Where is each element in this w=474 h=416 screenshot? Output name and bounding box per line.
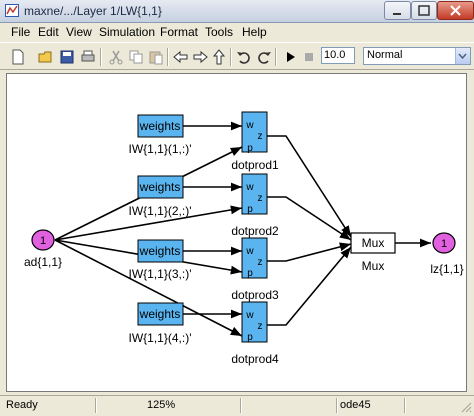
menu-tools[interactable]: Tools	[205, 25, 233, 39]
stop-time-input[interactable]: 10.0	[321, 47, 355, 64]
redo-icon[interactable]	[254, 47, 274, 67]
print-icon[interactable]	[78, 47, 98, 67]
status-bar: Ready 125% ode45	[0, 395, 474, 416]
dropdown-button[interactable]	[455, 48, 470, 64]
input-port-number: 1	[40, 235, 46, 247]
menu-simulation[interactable]: Simulation	[99, 25, 155, 39]
output-port-number: 1	[441, 238, 447, 250]
dotprod-label: dotprod4	[231, 352, 279, 366]
undo-icon[interactable]	[234, 47, 254, 67]
menu-bar: File Edit View Simulation Format Tools H…	[0, 23, 474, 41]
minimize-button[interactable]	[384, 1, 411, 20]
status-separator	[404, 398, 406, 413]
save-icon[interactable]	[57, 47, 77, 67]
dotprod-port-z: z	[258, 257, 263, 268]
maximize-icon	[418, 5, 430, 16]
close-button[interactable]	[437, 1, 474, 20]
dotprod-port-w: w	[245, 246, 254, 257]
start-simulation-icon[interactable]	[280, 47, 300, 67]
toolbar: 10.0 Normal	[0, 42, 474, 70]
weights-block-label: IW{1,1}(3,:)'	[129, 267, 192, 281]
dotprod-port-w: w	[245, 310, 254, 321]
output-port-label: lz{1,1}	[430, 262, 463, 276]
forward-icon[interactable]	[190, 47, 210, 67]
mux-block-text: Mux	[362, 236, 385, 250]
status-separator	[95, 398, 97, 413]
status-separator	[240, 398, 242, 413]
dotprod-block-shape	[241, 301, 268, 343]
dotprod-port-w: w	[245, 120, 254, 131]
toolbar-separator	[100, 48, 102, 66]
maximize-button[interactable]	[411, 1, 437, 20]
chevron-down-icon	[458, 53, 467, 60]
dotprod-port-p: p	[247, 204, 253, 215]
diagram-canvas[interactable]: 1 ad{1,1} weights IW{1,1}(1,:)' weights …	[6, 73, 467, 392]
up-icon[interactable]	[209, 47, 229, 67]
minimize-icon	[393, 13, 401, 15]
open-icon[interactable]	[36, 47, 56, 67]
dotprod-block-shape	[241, 173, 268, 215]
input-port-block[interactable]: 1 ad{1,1}	[24, 229, 62, 269]
toolbar-separator	[167, 48, 169, 66]
cut-icon[interactable]	[106, 47, 126, 67]
window-title: maxne/.../Layer 1/LW{1,1}	[24, 4, 162, 18]
dotprod-block-shape	[241, 111, 268, 153]
weights-block-text: weights	[139, 307, 181, 321]
signal-line	[267, 242, 352, 262]
dotprod-block-shape	[241, 237, 268, 279]
menu-edit[interactable]: Edit	[38, 25, 59, 39]
weights-block-1[interactable]: weights IW{1,1}(1,:)'	[129, 114, 192, 156]
weights-block-label: IW{1,1}(2,:)'	[129, 204, 192, 218]
zoom-level: 125%	[147, 399, 176, 411]
resize-grip-icon[interactable]	[460, 401, 472, 413]
weights-block-2[interactable]: weights IW{1,1}(2,:)'	[129, 175, 192, 218]
dotprod-port-z: z	[258, 321, 263, 332]
input-port-label: ad{1,1}	[24, 255, 62, 269]
dotprod-label: dotprod2	[231, 224, 279, 238]
weights-block-label: IW{1,1}(1,:)'	[129, 142, 192, 156]
menu-format[interactable]: Format	[160, 25, 198, 39]
dotprod-port-z: z	[258, 193, 263, 204]
menu-file[interactable]: File	[11, 25, 30, 39]
weights-block-3[interactable]: weights IW{1,1}(3,:)'	[129, 239, 192, 281]
mux-block[interactable]: Mux Mux	[350, 232, 396, 273]
paste-icon[interactable]	[146, 47, 166, 67]
block-diagram: 1 ad{1,1} weights IW{1,1}(1,:)' weights …	[24, 111, 464, 366]
simulation-mode-value: Normal	[367, 49, 403, 61]
simulink-app-icon	[5, 4, 19, 17]
status-text: Ready	[6, 399, 38, 411]
dotprod-label: dotprod1	[231, 158, 279, 172]
signal-line	[267, 135, 352, 238]
title-bar: maxne/.../Layer 1/LW{1,1}	[0, 0, 474, 23]
copy-icon[interactable]	[126, 47, 146, 67]
solver-name: ode45	[340, 399, 371, 411]
dotprod-port-w: w	[245, 182, 254, 193]
dotprod-block-2[interactable]: w p z dotprod2	[231, 173, 279, 238]
weights-block-text: weights	[139, 180, 181, 194]
mux-block-label: Mux	[362, 259, 385, 273]
dotprod-port-z: z	[258, 131, 263, 142]
output-port-block[interactable]: 1 lz{1,1}	[430, 232, 464, 276]
toolbar-separator	[230, 48, 232, 66]
weights-block-text: weights	[139, 119, 181, 133]
dotprod-block-3[interactable]: w p z dotprod3	[231, 237, 279, 302]
dotprod-port-p: p	[247, 143, 253, 154]
simulation-mode-select[interactable]: Normal	[363, 47, 471, 65]
dotprod-label: dotprod3	[231, 288, 279, 302]
menu-view[interactable]: View	[66, 25, 92, 39]
stop-simulation-icon[interactable]	[299, 47, 319, 67]
dotprod-block-1[interactable]: w p z dotprod1	[231, 111, 279, 172]
dotprod-port-p: p	[247, 268, 253, 279]
weights-block-label: IW{1,1}(4,:)'	[129, 331, 192, 345]
signal-line	[267, 246, 352, 326]
weights-block-text: weights	[139, 244, 181, 258]
back-icon[interactable]	[171, 47, 191, 67]
menu-help[interactable]: Help	[242, 25, 267, 39]
toolbar-separator	[275, 48, 277, 66]
close-icon	[450, 5, 461, 16]
new-model-icon[interactable]	[8, 47, 28, 67]
dotprod-port-p: p	[247, 332, 253, 343]
status-separator	[336, 398, 338, 413]
weights-block-4[interactable]: weights IW{1,1}(4,:)'	[129, 302, 192, 345]
